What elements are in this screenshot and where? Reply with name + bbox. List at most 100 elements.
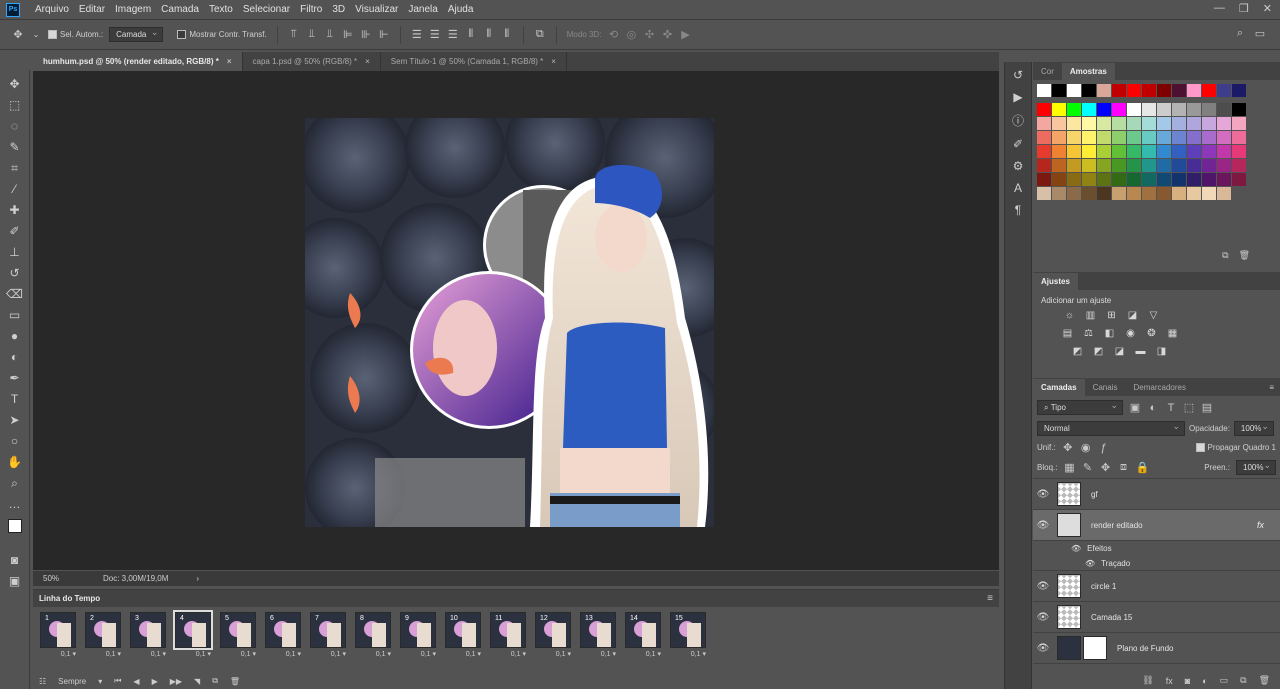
gradient-map-icon[interactable]: ▬ — [1134, 346, 1147, 359]
lock-all-icon[interactable]: 🔒 — [1135, 461, 1149, 474]
close-icon[interactable]: ✕ — [1263, 2, 1272, 15]
delete-layer-icon[interactable]: 🗑 — [1259, 675, 1270, 686]
fill-input[interactable]: 100% — [1236, 460, 1276, 475]
quick-mask-icon[interactable]: ◙ — [4, 550, 26, 570]
visibility-eye-icon[interactable]: 👁 — [1033, 520, 1053, 531]
color-swatch[interactable] — [1112, 187, 1126, 200]
color-swatch[interactable] — [1217, 84, 1231, 97]
timeline-title[interactable]: Linha do Tempo — [39, 594, 100, 603]
search-icon[interactable]: ⌕ — [1234, 27, 1246, 40]
tab-sem-titulo[interactable]: Sem Título-1 @ 50% (Camada 1, RGB/8) * × — [380, 52, 567, 71]
color-swatch[interactable] — [1172, 117, 1186, 130]
paragraph-icon[interactable]: ¶ — [1015, 203, 1021, 217]
color-swatch[interactable] — [1232, 131, 1246, 144]
color-swatch[interactable] — [1052, 103, 1066, 116]
color-swatch[interactable] — [1097, 84, 1111, 97]
color-swatch[interactable] — [1112, 173, 1126, 186]
screen-mode-icon[interactable]: ▣ — [4, 571, 26, 591]
timeline-frame[interactable]: 8 0,1 ▾ — [352, 612, 395, 660]
move-tool-icon[interactable]: ✥ — [4, 74, 26, 94]
align-top-icon[interactable]: ⫪ — [288, 28, 300, 41]
color-swatch[interactable] — [1067, 145, 1081, 158]
dodge-tool-icon[interactable]: ◐ — [4, 347, 26, 367]
distribute-top-icon[interactable]: ☰ — [411, 28, 423, 41]
color-swatch[interactable] — [1067, 117, 1081, 130]
color-swatch[interactable] — [1202, 173, 1216, 186]
channel-mixer-icon[interactable]: ❂ — [1145, 328, 1158, 341]
vibrance-icon[interactable]: ▽ — [1147, 310, 1160, 323]
history-brush-tool-icon[interactable]: ↺ — [4, 263, 26, 283]
color-swatch[interactable] — [1232, 103, 1246, 116]
color-swatch[interactable] — [1082, 131, 1096, 144]
photo-filter-icon[interactable]: ◉ — [1124, 328, 1137, 341]
color-swatch[interactable] — [1067, 187, 1081, 200]
actions-icon[interactable]: ▶ — [1013, 90, 1022, 104]
minimize-icon[interactable]: — — [1214, 2, 1225, 15]
timeline-frame[interactable]: 10 0,1 ▾ — [442, 612, 485, 660]
menu-editar[interactable]: Editar — [74, 4, 110, 15]
color-swatch[interactable] — [1157, 131, 1171, 144]
color-swatch[interactable] — [1157, 173, 1171, 186]
more-tools-icon[interactable]: … — [4, 494, 26, 514]
menu-janela[interactable]: Janela — [403, 4, 442, 15]
new-layer-icon[interactable]: ⧉ — [1240, 675, 1246, 686]
gradient-tool-icon[interactable]: ▭ — [4, 305, 26, 325]
tween-icon[interactable]: ◥ — [194, 677, 200, 686]
timeline-frame[interactable]: 4 0,1 ▾ — [172, 610, 215, 660]
color-swatch[interactable] — [1067, 173, 1081, 186]
color-swatch[interactable] — [1187, 159, 1201, 172]
auto-select-checkbox[interactable]: Sel. Autom.: — [48, 30, 103, 40]
color-swatch[interactable] — [1202, 117, 1216, 130]
eyedropper-tool-icon[interactable]: ⁄ — [4, 179, 26, 199]
brightness-icon[interactable]: ☼ — [1063, 310, 1076, 323]
info-icon[interactable]: ⓘ — [1012, 112, 1024, 129]
frame-delay[interactable]: 0,1 ▾ — [577, 650, 620, 658]
timeline-frame[interactable]: 15 0,1 ▾ — [667, 612, 710, 660]
color-swatch[interactable] — [1232, 159, 1246, 172]
lock-artboard-icon[interactable]: ⧈ — [1117, 461, 1129, 474]
menu-camada[interactable]: Camada — [156, 4, 204, 15]
color-swatch[interactable] — [1037, 103, 1051, 116]
layer-name[interactable]: circle 1 — [1091, 582, 1116, 591]
convert-timeline-icon[interactable]: ☷ — [39, 677, 46, 686]
color-swatch[interactable] — [1157, 103, 1171, 116]
color-swatch[interactable] — [1127, 84, 1141, 97]
new-group-icon[interactable]: ▭ — [1220, 675, 1229, 686]
color-swatch[interactable] — [1157, 187, 1171, 200]
black-white-icon[interactable]: ◧ — [1103, 328, 1116, 341]
threshold-icon[interactable]: ◪ — [1113, 346, 1126, 359]
align-vcenter-icon[interactable]: ⫫ — [306, 28, 318, 41]
color-swatch[interactable] — [1082, 145, 1096, 158]
propagate-checkbox[interactable]: Propagar Quadro 1 — [1195, 443, 1276, 453]
frame-delay[interactable]: 0,1 ▾ — [442, 650, 485, 658]
color-swatch[interactable] — [1127, 103, 1141, 116]
color-swatch[interactable] — [1037, 131, 1051, 144]
path-select-tool-icon[interactable]: ➤ — [4, 410, 26, 430]
frame-delay[interactable]: 0,1 ▾ — [262, 650, 305, 658]
color-swatch[interactable] — [1202, 103, 1216, 116]
distribute-right-icon[interactable]: ⦀ — [501, 28, 513, 41]
color-swatch[interactable] — [1187, 131, 1201, 144]
color-swatch[interactable] — [1052, 131, 1066, 144]
color-swatch[interactable] — [1112, 145, 1126, 158]
layer-name[interactable]: Camada 15 — [1091, 613, 1132, 622]
color-swatch[interactable] — [1037, 117, 1051, 130]
adjustment-layer-icon[interactable]: ◐ — [1202, 676, 1207, 686]
delete-frame-icon[interactable]: 🗑 — [230, 677, 240, 686]
visibility-eye-icon[interactable]: 👁 — [1033, 612, 1053, 623]
menu-ajuda[interactable]: Ajuda — [443, 4, 479, 15]
color-swatch[interactable] — [1067, 159, 1081, 172]
healing-brush-tool-icon[interactable]: ✚ — [4, 200, 26, 220]
unify-visibility-icon[interactable]: ◉ — [1080, 441, 1092, 454]
menu-visualizar[interactable]: Visualizar — [350, 4, 403, 15]
drag-3d-icon[interactable]: ✣ — [643, 28, 655, 41]
opacity-input[interactable]: 100% — [1233, 421, 1274, 436]
posterize-icon[interactable]: ◩ — [1092, 346, 1105, 359]
frame-delay[interactable]: 0,1 ▾ — [307, 650, 350, 658]
lock-pixels-icon[interactable]: ✎ — [1081, 461, 1093, 474]
restore-icon[interactable]: ❐ — [1239, 2, 1249, 15]
color-swatches[interactable] — [4, 515, 28, 549]
color-swatch[interactable] — [1052, 117, 1066, 130]
tab-canais[interactable]: Canais — [1085, 379, 1126, 396]
color-swatch[interactable] — [1202, 145, 1216, 158]
